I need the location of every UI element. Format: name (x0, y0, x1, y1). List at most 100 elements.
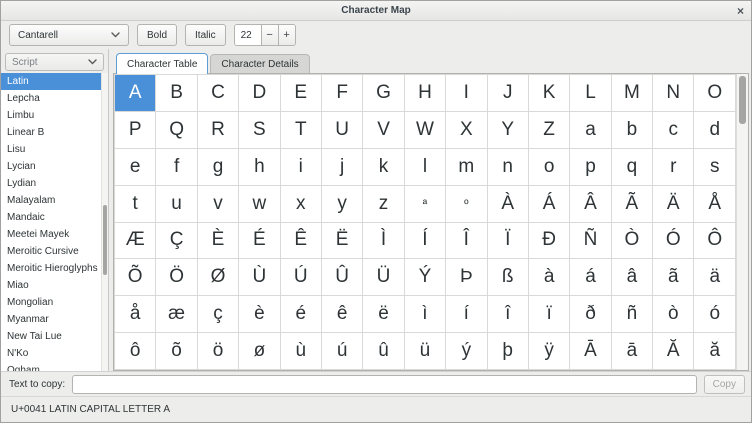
bold-button[interactable]: Bold (137, 24, 177, 46)
character-cell[interactable]: Î (446, 222, 487, 259)
character-cell[interactable]: î (487, 296, 528, 333)
character-cell[interactable]: T (280, 111, 321, 148)
character-cell[interactable]: j (321, 148, 362, 185)
character-cell[interactable]: B (156, 75, 197, 112)
sidebar-scrollbar-thumb[interactable] (103, 205, 107, 275)
character-cell[interactable]: º (446, 185, 487, 222)
minus-icon[interactable]: − (261, 25, 278, 45)
character-cell[interactable]: Ð (528, 222, 569, 259)
script-list-item[interactable]: Meroitic Cursive (1, 243, 108, 260)
character-cell[interactable]: Õ (115, 259, 156, 296)
character-cell[interactable]: û (363, 333, 404, 370)
tab-character-details[interactable]: Character Details (210, 54, 309, 73)
character-cell[interactable]: n (487, 148, 528, 185)
character-cell[interactable]: à (528, 259, 569, 296)
character-cell[interactable]: Ý (404, 259, 445, 296)
character-cell[interactable]: o (528, 148, 569, 185)
character-cell[interactable]: A (115, 75, 156, 112)
character-cell[interactable]: À (487, 185, 528, 222)
character-cell[interactable]: W (404, 111, 445, 148)
italic-button[interactable]: Italic (185, 24, 226, 46)
script-dropdown[interactable]: Script (5, 53, 104, 71)
character-cell[interactable]: N (653, 75, 694, 112)
character-cell[interactable]: Ă (653, 333, 694, 370)
text-to-copy-input[interactable] (72, 375, 697, 394)
character-cell[interactable]: L (570, 75, 611, 112)
character-cell[interactable]: m (446, 148, 487, 185)
character-cell[interactable]: Á (528, 185, 569, 222)
character-cell[interactable]: F (321, 75, 362, 112)
character-cell[interactable]: I (446, 75, 487, 112)
character-cell[interactable]: c (653, 111, 694, 148)
character-cell[interactable]: ð (570, 296, 611, 333)
character-cell[interactable]: M (611, 75, 652, 112)
tab-character-table[interactable]: Character Table (116, 53, 208, 74)
script-list-item[interactable]: Miao (1, 277, 108, 294)
character-cell[interactable]: È (197, 222, 238, 259)
font-size-value[interactable]: 22 (235, 25, 261, 45)
font-family-dropdown[interactable]: Cantarell (9, 24, 129, 46)
character-cell[interactable]: ç (197, 296, 238, 333)
character-cell[interactable]: ā (611, 333, 652, 370)
grid-scrollbar[interactable] (736, 74, 748, 370)
character-cell[interactable]: Ò (611, 222, 652, 259)
sidebar-scrollbar[interactable] (101, 73, 108, 371)
character-cell[interactable]: Q (156, 111, 197, 148)
plus-icon[interactable]: + (278, 25, 295, 45)
character-cell[interactable]: Å (694, 185, 736, 222)
grid-scrollbar-thumb[interactable] (739, 76, 746, 124)
character-cell[interactable]: å (115, 296, 156, 333)
script-list-item[interactable]: Latin (1, 73, 108, 90)
character-cell[interactable]: U (321, 111, 362, 148)
character-cell[interactable]: g (197, 148, 238, 185)
character-cell[interactable]: õ (156, 333, 197, 370)
character-cell[interactable]: u (156, 185, 197, 222)
script-list-item[interactable]: N'Ko (1, 345, 108, 362)
character-cell[interactable]: S (239, 111, 280, 148)
character-cell[interactable]: x (280, 185, 321, 222)
script-list-item[interactable]: Lycian (1, 158, 108, 175)
character-cell[interactable]: r (653, 148, 694, 185)
character-cell[interactable]: D (239, 75, 280, 112)
character-cell[interactable]: E (280, 75, 321, 112)
character-cell[interactable]: á (570, 259, 611, 296)
character-cell[interactable]: Û (321, 259, 362, 296)
copy-button[interactable]: Copy (704, 375, 745, 394)
script-list-item[interactable]: Ogham (1, 362, 108, 371)
script-list-item[interactable]: Limbu (1, 107, 108, 124)
character-cell[interactable]: K (528, 75, 569, 112)
character-cell[interactable]: V (363, 111, 404, 148)
character-cell[interactable]: ñ (611, 296, 652, 333)
character-cell[interactable]: ï (528, 296, 569, 333)
character-cell[interactable]: ê (321, 296, 362, 333)
script-list-item[interactable]: New Tai Lue (1, 328, 108, 345)
character-cell[interactable]: Ë (321, 222, 362, 259)
character-cell[interactable]: þ (487, 333, 528, 370)
character-cell[interactable]: O (694, 75, 736, 112)
character-cell[interactable]: Þ (446, 259, 487, 296)
character-cell[interactable]: É (239, 222, 280, 259)
character-cell[interactable]: y (321, 185, 362, 222)
character-cell[interactable]: l (404, 148, 445, 185)
character-cell[interactable]: è (239, 296, 280, 333)
character-cell[interactable]: f (156, 148, 197, 185)
character-cell[interactable]: k (363, 148, 404, 185)
character-cell[interactable]: í (446, 296, 487, 333)
character-cell[interactable]: ó (694, 296, 736, 333)
script-list-item[interactable]: Malayalam (1, 192, 108, 209)
character-cell[interactable]: b (611, 111, 652, 148)
titlebar[interactable]: Character Map × (1, 1, 751, 21)
script-list-item[interactable]: Myanmar (1, 311, 108, 328)
character-cell[interactable]: ý (446, 333, 487, 370)
character-cell[interactable]: p (570, 148, 611, 185)
character-cell[interactable]: Ö (156, 259, 197, 296)
character-cell[interactable]: t (115, 185, 156, 222)
character-cell[interactable]: ÿ (528, 333, 569, 370)
character-cell[interactable]: G (363, 75, 404, 112)
script-list-item[interactable]: Meroitic Hieroglyphs (1, 260, 108, 277)
character-cell[interactable]: ä (694, 259, 736, 296)
character-cell[interactable]: ù (280, 333, 321, 370)
character-cell[interactable]: s (694, 148, 736, 185)
script-list-item[interactable]: Mongolian (1, 294, 108, 311)
character-cell[interactable]: H (404, 75, 445, 112)
